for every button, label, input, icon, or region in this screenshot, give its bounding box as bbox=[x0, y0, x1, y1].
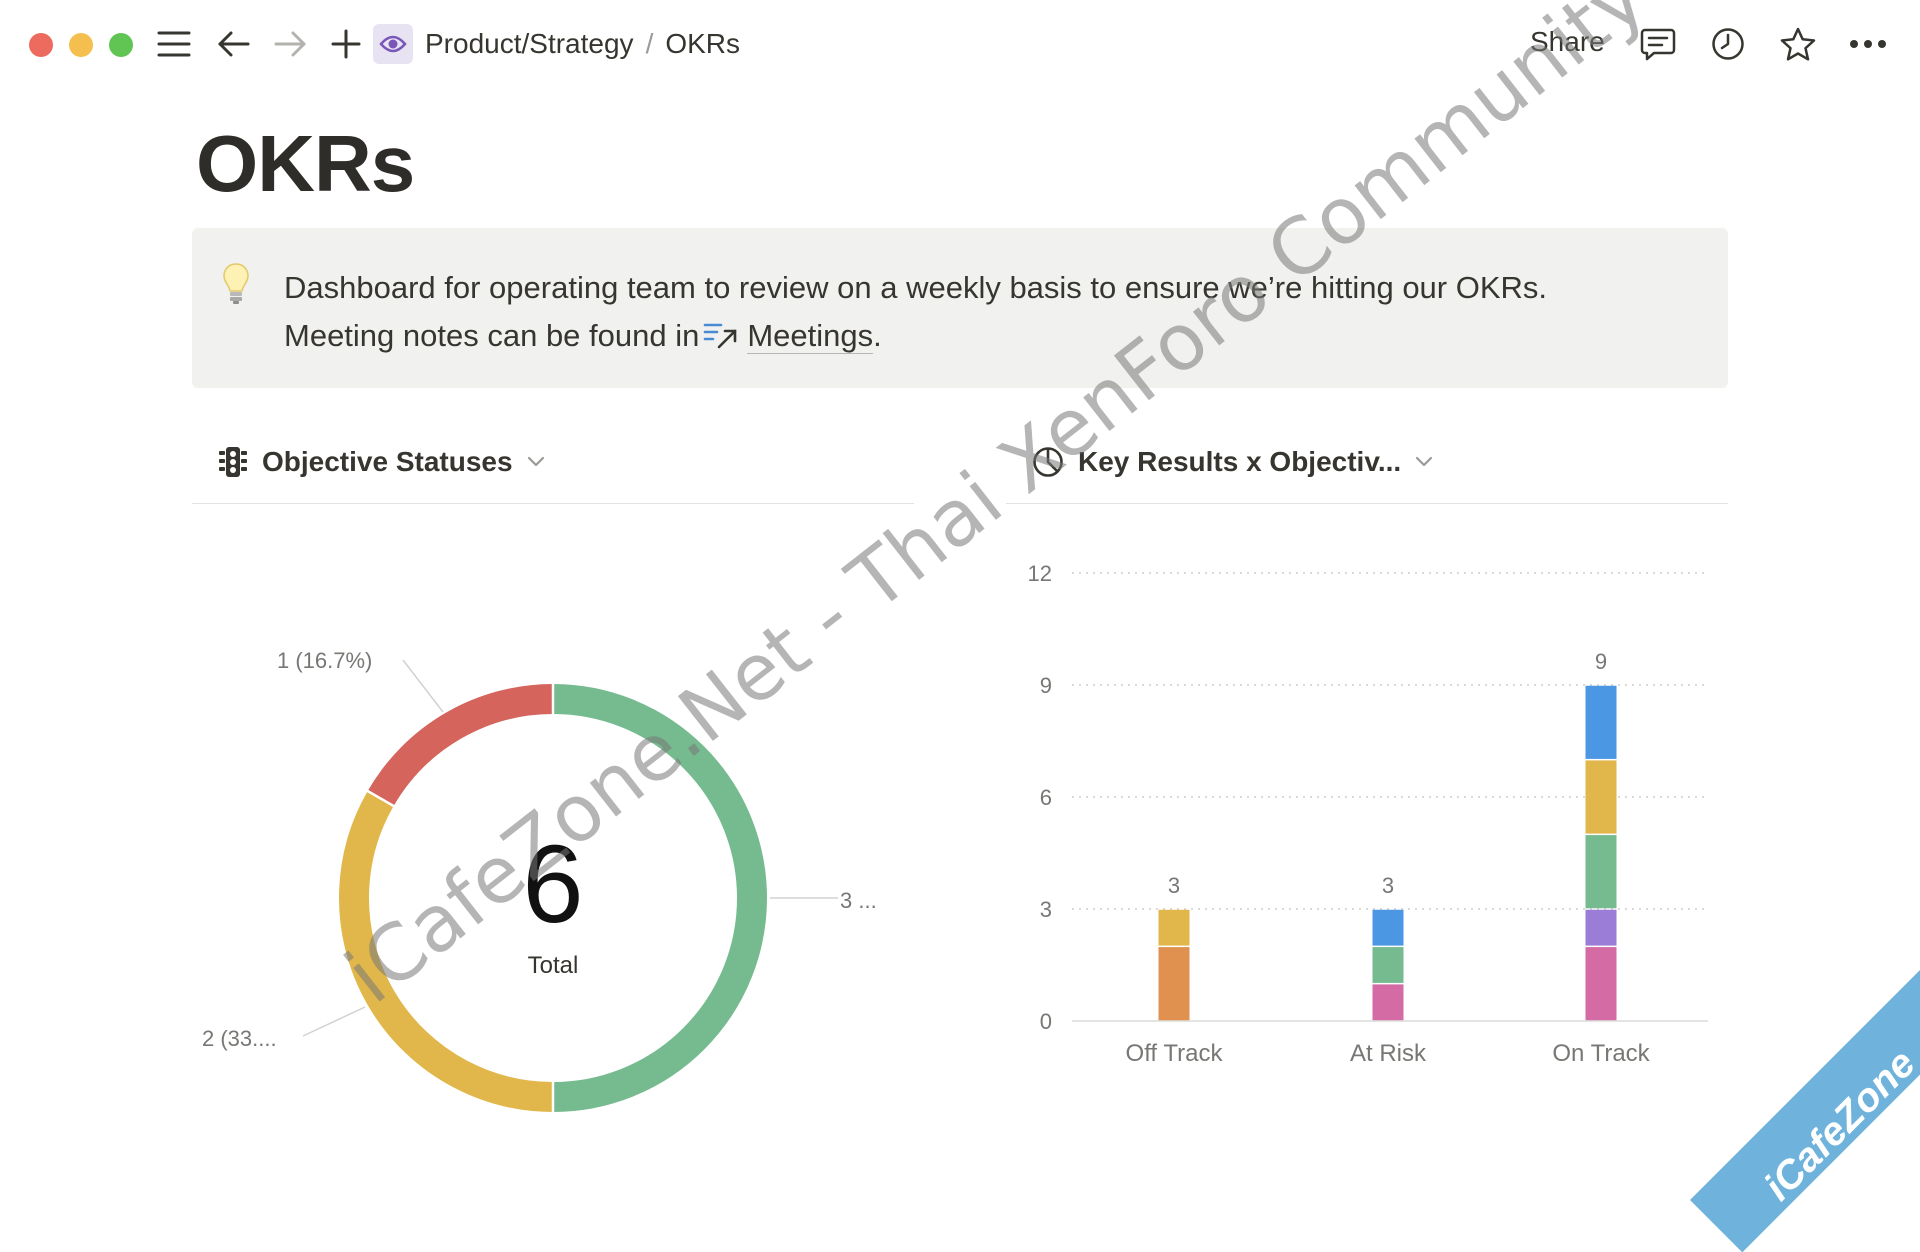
x-category-label: At Risk bbox=[1350, 1040, 1427, 1067]
bar-segment[interactable] bbox=[1585, 835, 1617, 909]
bar-segment[interactable] bbox=[1585, 760, 1617, 834]
bar-segment[interactable] bbox=[1585, 947, 1617, 1021]
bar-segment[interactable] bbox=[1158, 947, 1190, 1021]
bar-segment[interactable] bbox=[1585, 685, 1617, 759]
bar-total-label: 3 bbox=[1382, 873, 1394, 898]
bar-total-label: 9 bbox=[1595, 649, 1607, 674]
bar-segment[interactable] bbox=[1585, 909, 1617, 946]
key-results-bar-chart: 0 3 6 9 12 3 Off Track 3 At Risk 9 On Track bbox=[1028, 561, 1708, 1067]
bar-segment[interactable] bbox=[1372, 984, 1404, 1021]
y-tick-label: 6 bbox=[1040, 785, 1052, 810]
y-tick-label: 12 bbox=[1028, 561, 1052, 586]
bar-total-label: 3 bbox=[1168, 873, 1180, 898]
bar-segment[interactable] bbox=[1372, 909, 1404, 946]
x-category-label: Off Track bbox=[1126, 1040, 1224, 1067]
y-tick-label: 3 bbox=[1040, 897, 1052, 922]
y-tick-label: 9 bbox=[1040, 673, 1052, 698]
x-category-label: On Track bbox=[1552, 1040, 1650, 1067]
bar-segment[interactable] bbox=[1372, 947, 1404, 983]
bar-segment[interactable] bbox=[1158, 909, 1190, 946]
y-tick-label: 0 bbox=[1040, 1009, 1052, 1034]
